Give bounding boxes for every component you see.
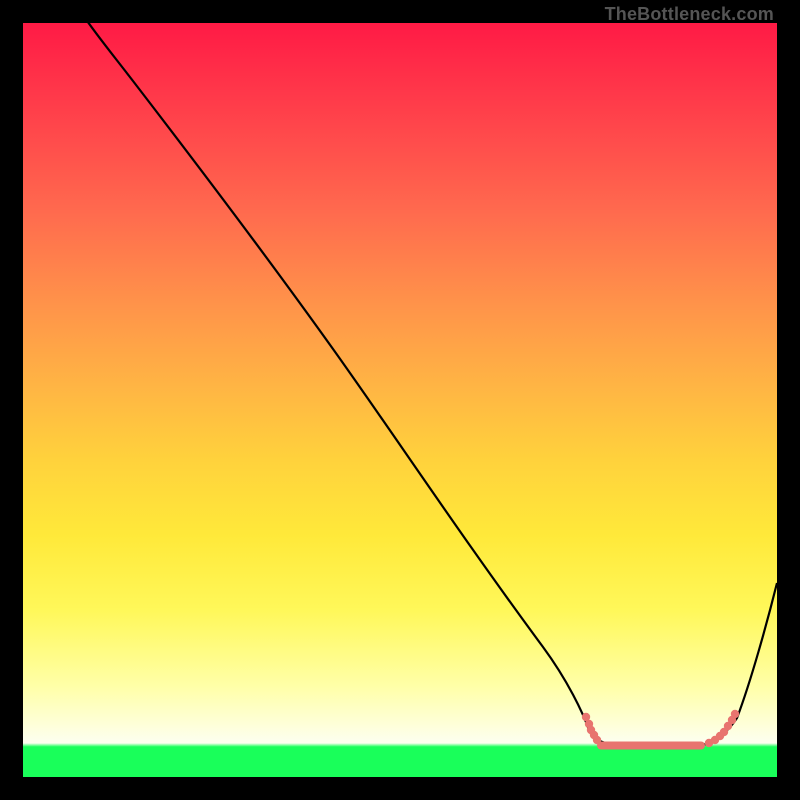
attribution-label: TheBottleneck.com — [605, 4, 774, 25]
chart-overlay-svg — [23, 23, 777, 777]
bottleneck-curve — [83, 15, 777, 748]
marker-dot — [593, 736, 601, 744]
marker-dot — [731, 710, 739, 718]
chart-stage: TheBottleneck.com — [0, 0, 800, 800]
valley-highlight-pill — [597, 742, 705, 750]
